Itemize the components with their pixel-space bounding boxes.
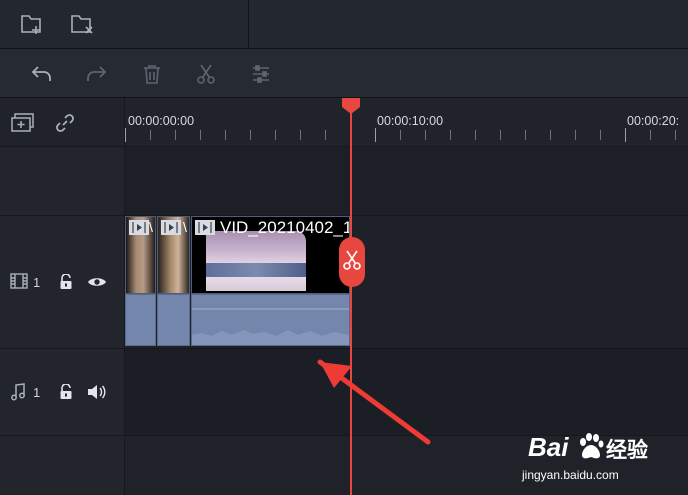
clip-2-audio[interactable]	[157, 294, 190, 346]
watermark-brand-tail: 经验	[606, 439, 648, 462]
audio-waveform	[192, 308, 349, 345]
ruler-minor-tick	[175, 130, 176, 140]
ruler-minor-tick	[450, 130, 451, 140]
ruler-label-0: 00:00:00:00	[128, 114, 195, 128]
ruler-major-tick	[375, 128, 376, 142]
film-badge-icon	[161, 220, 181, 240]
clip-3-mountains	[206, 263, 306, 277]
top-bar-divider	[248, 0, 249, 48]
ruler-label-2: 00:00:20:	[627, 114, 680, 128]
film-badge-icon	[129, 220, 149, 240]
ruler-minor-tick	[425, 130, 426, 140]
empty-lane[interactable]	[125, 147, 688, 215]
top-bar	[0, 0, 688, 49]
clip-1-title: \	[149, 219, 153, 235]
clip-1-audio[interactable]	[125, 294, 156, 346]
ruler-minor-tick	[225, 130, 226, 140]
video-clip-2[interactable]: \	[157, 216, 190, 294]
ruler-minor-tick	[650, 130, 651, 140]
ruler-minor-tick	[550, 130, 551, 140]
paw-icon	[578, 432, 604, 465]
eye-icon[interactable]	[87, 275, 107, 289]
clip-2-title: \	[183, 219, 187, 235]
delete-icon[interactable]	[141, 63, 163, 85]
scissors-icon	[343, 249, 361, 276]
undo-icon[interactable]	[30, 64, 54, 84]
ruler-minor-tick	[200, 130, 201, 140]
ruler-minor-tick	[300, 130, 301, 140]
ruler-minor-tick	[250, 130, 251, 140]
link-icon[interactable]	[54, 112, 76, 134]
video-clip-3[interactable]: VID_20210402_1	[191, 216, 350, 294]
ruler-minor-tick	[325, 130, 326, 140]
adjust-icon[interactable]	[250, 63, 272, 85]
ruler-minor-tick	[675, 130, 676, 140]
add-track-icon[interactable]	[10, 112, 36, 134]
ruler-minor-tick	[150, 130, 151, 140]
watermark-brand: Bai	[528, 432, 569, 462]
film-icon	[10, 273, 28, 289]
annotation-arrow	[317, 359, 431, 445]
empty-track-head	[0, 147, 125, 215]
ruler-minor-tick	[600, 130, 601, 140]
unlock-icon[interactable]	[59, 274, 73, 290]
scissors-icon[interactable]	[195, 63, 217, 85]
ruler-major-tick	[125, 128, 126, 142]
ruler-label-1: 00:00:10:00	[377, 114, 444, 128]
split-button[interactable]	[339, 237, 365, 287]
ruler-minor-tick	[575, 130, 576, 140]
playhead-handle[interactable]	[342, 98, 360, 114]
video-track-number: 1	[33, 275, 41, 290]
clip-3-thumbnail	[206, 231, 306, 291]
video-clip-1[interactable]: \	[125, 216, 156, 294]
remove-folder-icon[interactable]	[70, 12, 96, 36]
ruler-minor-tick	[525, 130, 526, 140]
empty-track-head-bottom	[0, 436, 125, 495]
music-note-icon	[11, 383, 25, 401]
film-badge-icon	[195, 220, 215, 240]
watermark-url: jingyan.baidu.com	[522, 468, 619, 482]
ruler-major-tick	[625, 128, 626, 142]
clip-3-audio[interactable]	[191, 294, 350, 346]
divider	[0, 146, 688, 147]
redo-icon[interactable]	[84, 64, 108, 84]
audio-track-number: 1	[33, 385, 41, 400]
baidu-watermark: Bai 经验 jingyan.baidu.com	[522, 428, 678, 490]
ruler-minor-tick	[275, 130, 276, 140]
ruler-minor-tick	[475, 130, 476, 140]
clip-3-title: VID_20210402_1	[220, 218, 350, 237]
unlock-icon[interactable]	[59, 384, 73, 400]
add-folder-icon[interactable]	[20, 12, 46, 36]
speaker-icon[interactable]	[86, 384, 106, 400]
ruler-minor-tick	[500, 130, 501, 140]
ruler-minor-tick	[400, 130, 401, 140]
